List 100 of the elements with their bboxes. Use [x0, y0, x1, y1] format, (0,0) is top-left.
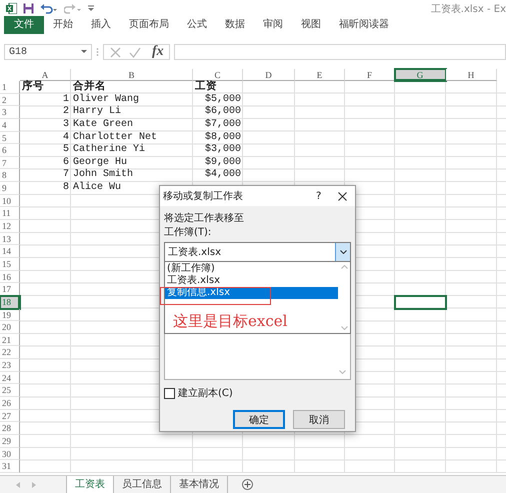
ribbon-tab[interactable]: 福昕阅读器 [330, 16, 398, 34]
undo-icon[interactable] [40, 2, 58, 14]
close-icon[interactable] [338, 192, 347, 200]
table-cell-text: 序号 [22, 81, 45, 92]
ribbon-tab[interactable]: 公式 [178, 16, 216, 34]
prompt-label: 将选定工作表移至 [164, 212, 245, 226]
row-header[interactable]: 29 [0, 434, 20, 448]
row-header[interactable]: 12 [0, 220, 20, 233]
row-header[interactable]: 25 [0, 384, 20, 398]
table-cell-text: Kate Green [73, 118, 134, 130]
row-header[interactable]: 10 [0, 194, 20, 208]
row-header[interactable]: 9 [0, 182, 20, 195]
row-header[interactable]: 14 [0, 245, 20, 258]
table-cell-text: Oliver Wang [73, 94, 140, 106]
caret-icon[interactable] [81, 50, 87, 54]
row-header[interactable]: 13 [0, 232, 20, 246]
table-cell-text: Harry Li [73, 106, 122, 118]
list-option[interactable]: (新工作簿) [165, 263, 338, 275]
cancel-button[interactable]: 取消 [293, 410, 345, 429]
table-cell-text: $8,000 [204, 132, 241, 144]
row-header[interactable]: 21 [0, 334, 20, 346]
row-header[interactable]: 28 [0, 422, 20, 435]
table-cell-text: $4,000 [204, 169, 241, 181]
save-icon[interactable] [23, 2, 34, 14]
table-cell-text: Catherine Yi [73, 144, 146, 156]
grip-icon [96, 47, 99, 57]
row-header[interactable]: 1 [0, 81, 20, 94]
table-cell-text: 2 [62, 106, 69, 118]
sheet-tab[interactable]: 员工信息 [114, 476, 171, 493]
row-header[interactable]: 7 [0, 156, 20, 170]
table-cell-text: 5 [62, 144, 69, 156]
excel-logo-icon [6, 2, 17, 14]
table-cell-text: George Hu [73, 156, 128, 168]
workbook-label: 工作簿(T): [164, 226, 212, 240]
row-header[interactable]: 6 [0, 144, 20, 157]
ok-button[interactable]: 确定 [233, 410, 285, 429]
row-header[interactable]: 3 [0, 106, 20, 119]
table-cell-text: 7 [62, 169, 69, 181]
checkbox[interactable] [164, 388, 175, 398]
list-option[interactable]: 工资表.xlsx [165, 275, 338, 287]
row-header[interactable]: 31 [0, 460, 20, 473]
ribbon-tab[interactable]: 数据 [216, 16, 254, 34]
ribbon-tab[interactable]: 页面布局 [120, 16, 178, 34]
row-header[interactable]: 16 [0, 270, 20, 284]
table-cell-text: 工资 [195, 81, 218, 92]
enter-check-icon[interactable] [129, 46, 141, 58]
add-sheet-icon[interactable] [242, 479, 253, 490]
ribbon-tab[interactable]: 审阅 [254, 16, 292, 34]
sheet-tab[interactable]: 工资表 [66, 476, 114, 493]
row-header[interactable]: 8 [0, 169, 20, 182]
row-header[interactable]: 19 [0, 308, 20, 322]
ribbon-tab[interactable]: 开始 [44, 16, 82, 34]
column-header[interactable]: G [395, 69, 446, 81]
name-box[interactable]: G18 [4, 44, 92, 60]
table-cell-text: $5,000 [204, 94, 241, 106]
formula-input[interactable] [174, 44, 506, 60]
table-cell-text: 8 [62, 182, 69, 194]
table-cell-text: 3 [62, 118, 69, 130]
row-header[interactable]: 2 [0, 94, 20, 106]
row-header[interactable]: 15 [0, 258, 20, 271]
help-button[interactable]: ? [316, 190, 338, 202]
row-header[interactable]: 4 [0, 118, 20, 132]
table-cell-text: Charlotter Net [73, 132, 158, 144]
row-header[interactable]: 22 [0, 346, 20, 360]
caret-icon[interactable] [340, 250, 346, 254]
column-header[interactable]: E [295, 69, 345, 81]
row-header[interactable]: 20 [0, 321, 20, 334]
row-header[interactable]: 18 [0, 296, 20, 309]
column-header[interactable]: A [20, 69, 71, 81]
table-cell-text: 合并名 [73, 81, 107, 92]
table-cell-text: John Smith [73, 169, 134, 181]
table-cell-text: Alice Wu [73, 182, 122, 194]
row-header[interactable]: 11 [0, 207, 20, 220]
row-header[interactable]: 23 [0, 359, 20, 372]
ribbon-tab[interactable]: 插入 [82, 16, 120, 34]
row-header[interactable]: 26 [0, 397, 20, 410]
row-header[interactable]: 24 [0, 372, 20, 384]
workbook-dropdown[interactable]: 工资表.xlsx [164, 242, 351, 262]
checkbox-label[interactable]: 建立副本(C) [178, 386, 233, 400]
row-header[interactable]: 5 [0, 132, 20, 144]
table-cell-text: $3,000 [204, 144, 241, 156]
column-header[interactable]: F [345, 69, 395, 81]
sheet-list[interactable] [164, 332, 351, 380]
dialog-title: 移动或复制工作表 [163, 190, 244, 203]
column-header[interactable]: H [446, 69, 497, 81]
table-cell-text: $6,000 [204, 106, 241, 118]
customize-caret-icon[interactable] [88, 4, 94, 12]
column-header[interactable]: C [193, 69, 243, 81]
table-cell-text: 6 [62, 156, 69, 168]
row-header[interactable]: 27 [0, 410, 20, 422]
column-header[interactable]: D [243, 69, 295, 81]
selected-cell[interactable] [395, 296, 446, 309]
column-header[interactable]: B [71, 69, 193, 81]
table-cell-text: 4 [62, 132, 69, 144]
annotation-text: 这里是目标excel [173, 312, 288, 331]
ribbon-tab[interactable]: 视图 [292, 16, 330, 34]
sheet-tab[interactable]: 基本情况 [171, 476, 228, 493]
window-title: 工资表.xlsx - Ex [430, 2, 506, 16]
file-tab[interactable]: 文件 [4, 16, 44, 34]
row-header[interactable]: 30 [0, 448, 20, 460]
